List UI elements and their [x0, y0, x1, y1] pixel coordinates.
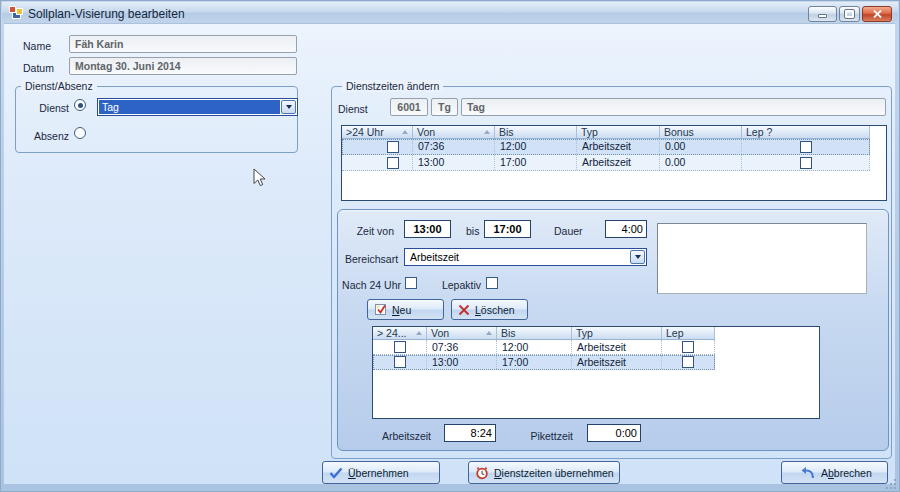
sort-asc-icon — [402, 130, 408, 134]
bis-label: bis — [466, 225, 479, 237]
arbeitszeit-field[interactable]: 8:24 — [444, 424, 496, 442]
dienstzeiten-table[interactable]: >24 Uhr Von Bis Typ Bonus Lep ? 07:36 12… — [341, 125, 887, 201]
dienst-code-field[interactable]: 6001 — [390, 98, 428, 116]
column-header-typ[interactable]: Typ — [572, 327, 662, 339]
dienst-absenz-group-label: Dienst/Absenz — [21, 80, 97, 92]
dienst-absenz-group — [15, 86, 298, 153]
name-field[interactable]: Fäh Karin — [69, 35, 297, 53]
column-header-typ[interactable]: Typ — [577, 126, 660, 138]
column-header-bis[interactable]: Bis — [497, 327, 572, 339]
dialog-window: Sollplan-Visierung bearbeiten Name Fäh K… — [0, 0, 900, 492]
dienst-radio[interactable] — [74, 99, 86, 111]
sort-asc-icon — [416, 331, 422, 335]
checkbox-lep[interactable] — [682, 341, 694, 353]
loeschen-button[interactable]: Löschen — [451, 299, 528, 320]
arbeitszeit-label: Arbeitszeit — [381, 430, 431, 442]
checkbox-lep[interactable] — [682, 356, 694, 368]
name-label: Name — [23, 40, 51, 52]
table-header[interactable]: > 24... Von Bis Typ Lep — [373, 327, 715, 340]
checkbox-lep[interactable] — [800, 157, 812, 169]
nach24-label: Nach 24 Uhr — [331, 279, 401, 291]
bis-field[interactable]: 17:00 — [484, 220, 531, 238]
dienst-short-field[interactable]: Tg — [431, 98, 458, 116]
mouse-cursor — [253, 168, 266, 187]
table-row[interactable]: 13:00 17:00 Arbeitszeit — [373, 355, 715, 370]
column-header-bis[interactable]: Bis — [495, 126, 577, 138]
bemerkung-textarea[interactable] — [657, 223, 867, 294]
column-header-lep[interactable]: Lep ? — [742, 126, 870, 138]
uebernehmen-button[interactable]: Übernehmen — [322, 461, 440, 484]
dienst-combobox-dropdown[interactable] — [281, 100, 296, 114]
checkbox-24uhr[interactable] — [387, 141, 399, 153]
datum-field[interactable]: Montag 30. Juni 2014 — [69, 57, 297, 75]
resize-grip[interactable] — [886, 479, 896, 489]
dienst-combobox-value: Tag — [99, 100, 280, 114]
column-header-lep[interactable]: Lep — [662, 327, 715, 339]
lepaktiv-checkbox[interactable] — [486, 277, 498, 289]
clock-icon — [475, 466, 489, 480]
new-entry-icon — [374, 303, 387, 316]
zeiten-detail-table[interactable]: > 24... Von Bis Typ Lep 07:36 12:00 Arbe… — [372, 326, 820, 419]
dienst-radio-label: Dienst — [29, 102, 69, 114]
absenz-radio[interactable] — [74, 127, 86, 139]
dienstzeiten-group-label: Dienstzeiten ändern — [342, 80, 443, 92]
column-header-24uhr[interactable]: > 24... — [373, 327, 427, 339]
pikettzeit-field[interactable]: 0:00 — [587, 424, 641, 442]
delete-icon — [458, 304, 470, 316]
dauer-field[interactable]: 4:00 — [605, 220, 647, 238]
column-header-bonus[interactable]: Bonus — [660, 126, 742, 138]
table-row[interactable]: 07:36 12:00 Arbeitszeit 0.00 — [342, 139, 870, 155]
dauer-label: Dauer — [554, 225, 583, 237]
checkbox-lep[interactable] — [800, 141, 812, 153]
sort-asc-icon — [484, 130, 490, 134]
neu-button[interactable]: Neu — [367, 299, 444, 320]
bereichsart-value: Arbeitszeit — [406, 250, 629, 264]
pikettzeit-label: Pikettzeit — [528, 430, 573, 442]
dienst-combobox[interactable]: Tag — [97, 98, 298, 116]
checkbox-24uhr[interactable] — [394, 356, 406, 368]
column-header-von[interactable]: Von — [413, 126, 495, 138]
column-header-24uhr[interactable]: >24 Uhr — [342, 126, 413, 138]
table-row[interactable]: 13:00 17:00 Arbeitszeit 0.00 — [342, 155, 870, 171]
bereichsart-combobox[interactable]: Arbeitszeit — [404, 248, 647, 266]
table-header[interactable]: >24 Uhr Von Bis Typ Bonus Lep ? — [342, 126, 870, 139]
undo-icon — [800, 466, 816, 479]
chevron-down-icon — [635, 255, 641, 259]
bereichsart-label: Bereichsart — [345, 253, 398, 265]
column-header-von[interactable]: Von — [427, 327, 497, 339]
checkbox-24uhr[interactable] — [394, 341, 406, 353]
zeit-von-field[interactable]: 13:00 — [404, 220, 451, 238]
absenz-radio-label: Absenz — [29, 130, 69, 142]
dienst-field-label: Dienst — [338, 103, 368, 115]
chevron-down-icon — [286, 105, 292, 109]
zeit-von-label: Zeit von — [344, 225, 394, 237]
datum-label: Datum — [23, 62, 54, 74]
checkbox-24uhr[interactable] — [387, 157, 399, 169]
dienst-name-field[interactable]: Tag — [461, 98, 886, 116]
dienstzeiten-uebernehmen-button[interactable]: Dienstzeiten übernehmen — [468, 461, 620, 484]
check-icon — [329, 467, 343, 479]
table-row[interactable]: 07:36 12:00 Arbeitszeit — [373, 340, 715, 355]
abbrechen-button[interactable]: Abbrechen — [781, 461, 888, 484]
lepaktiv-label: Lepaktiv — [421, 279, 481, 291]
sort-asc-icon — [486, 331, 492, 335]
bereichsart-dropdown[interactable] — [630, 250, 645, 264]
nach24-checkbox[interactable] — [405, 277, 417, 289]
